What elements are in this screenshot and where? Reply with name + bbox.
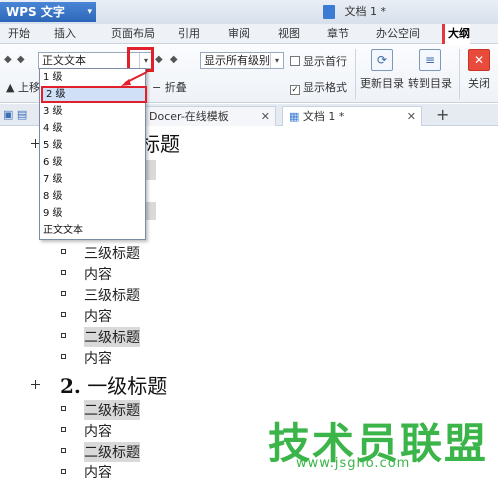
heading1-2[interactable]: 2. 一级标题 [60, 370, 167, 399]
goto-toc-button[interactable]: ≡ 转到目录 [406, 49, 454, 91]
doc-tab-label: Docer-在线模板 [149, 110, 229, 123]
doc-tab-docer[interactable]: Docer-在线模板 ✕ [140, 106, 276, 126]
outline-line[interactable]: 三级标题 [84, 285, 140, 305]
dropdown-item-level2[interactable]: 2 级 [41, 86, 147, 103]
show-first-line-checkbox[interactable]: 显示首行 [290, 53, 347, 69]
document-icon [323, 5, 335, 19]
promote-demote-arrows[interactable]: ◆ ◆ [4, 54, 26, 65]
promote-label: 上移 [17, 81, 40, 94]
dropdown-item-body-text[interactable]: 正文文本 [40, 223, 145, 239]
bullet-icon [61, 291, 66, 296]
bullet-icon [61, 469, 66, 474]
promote-button[interactable]: ▲ 上移 [6, 79, 40, 95]
outline-line[interactable]: 内容 [84, 421, 112, 441]
update-toc-button[interactable]: ⟳ 更新目录 [358, 49, 406, 91]
dropdown-item-level5[interactable]: 5 级 [40, 138, 145, 154]
doc-title-text: 文档 1 * [344, 5, 387, 18]
dropdown-item-level3[interactable]: 3 级 [40, 104, 145, 120]
show-levels-value: 显示所有级别 [204, 54, 270, 67]
checkmark-icon: ✓ [290, 85, 300, 95]
level-dropdown-list: 1 级 2 级 3 级 4 级 5 级 6 级 7 级 8 级 9 级 正文文本 [39, 68, 147, 240]
window-title: 文档 1 * [323, 3, 386, 21]
chevron-down-icon[interactable]: ▾ [270, 53, 283, 68]
chevron-down-icon: ▾ [87, 7, 92, 17]
outline-line[interactable]: 内容 [84, 264, 112, 284]
expand-plus-icon[interactable] [31, 380, 40, 389]
doc-tab-document1[interactable]: ▦ 文档 1 * ✕ [282, 106, 422, 126]
bullet-icon [61, 249, 66, 254]
show-format-checkbox[interactable]: ✓ 显示格式 [290, 79, 347, 95]
outline-line[interactable]: 二级标题 [84, 327, 140, 347]
show-first-line-label: 显示首行 [303, 55, 347, 68]
update-toc-icon: ⟳ [371, 49, 393, 71]
toolbar-divider [355, 49, 356, 99]
watermark-url: www.jsgho.com [296, 456, 411, 471]
title-bar: WPS 文字 ▾ 文档 1 * [0, 0, 498, 24]
close-label: 关闭 [468, 77, 490, 90]
tab-references[interactable]: 引用 [178, 24, 200, 44]
show-format-label: 显示格式 [303, 81, 347, 94]
bullet-icon [61, 427, 66, 432]
goto-toc-icon: ≡ [419, 49, 441, 71]
tab-insert[interactable]: 插入 [54, 24, 76, 44]
heading-number: 2. [60, 374, 81, 398]
outline-line[interactable]: 二级标题 [84, 442, 140, 462]
close-icon[interactable]: ✕ [261, 107, 270, 127]
new-tab-plus-icon[interactable]: + [436, 106, 449, 124]
move-arrows[interactable]: ◆ ◆ [155, 54, 180, 65]
toolbar-divider [459, 49, 460, 99]
show-levels-combo[interactable]: 显示所有级别 ▾ [200, 52, 284, 69]
level-combo-value: 正文文本 [42, 54, 86, 67]
tab-review[interactable]: 审阅 [228, 24, 250, 44]
callout-arrow-icon [121, 71, 148, 86]
goto-toc-label: 转到目录 [408, 77, 452, 90]
outline-line[interactable]: 内容 [84, 306, 112, 326]
checkbox-icon [290, 56, 300, 66]
tab-outline[interactable]: 大纲 [442, 24, 470, 44]
dropdown-item-level6[interactable]: 6 级 [40, 155, 145, 171]
tab-view[interactable]: 视图 [278, 24, 300, 44]
bullet-icon [61, 406, 66, 411]
fold-label: 折叠 [164, 81, 187, 94]
hidden-heading-fragment [146, 160, 156, 180]
heading-text: 一级标题 [87, 374, 168, 398]
outline-line[interactable]: 内容 [84, 462, 112, 478]
document-icon: ▦ [289, 110, 303, 123]
outline-line[interactable]: 二级标题 [84, 400, 140, 420]
doc-tab-label: 文档 1 * [302, 110, 345, 123]
bullet-icon [61, 354, 66, 359]
close-icon[interactable]: ✕ [407, 107, 416, 127]
outline-line[interactable]: 三级标题 [84, 243, 140, 263]
tab-section[interactable]: 章节 [327, 24, 349, 44]
outline-line[interactable]: 内容 [84, 348, 112, 368]
tab-home[interactable]: 开始 [8, 24, 30, 44]
dropdown-item-level7[interactable]: 7 级 [40, 172, 145, 188]
app-name: WPS 文字 [6, 5, 65, 19]
close-outline-button[interactable]: ✕ 关闭 [462, 49, 496, 91]
update-toc-label: 更新目录 [360, 77, 404, 90]
hidden-heading-fragment [146, 202, 156, 220]
dropdown-item-level9[interactable]: 9 级 [40, 206, 145, 222]
heading1-partial: 标题 [140, 132, 180, 156]
bullet-icon [61, 333, 66, 338]
folder-save-icons[interactable]: ▣ ▤ [3, 108, 27, 121]
bullet-icon [61, 270, 66, 275]
tab-page-layout[interactable]: 页面布局 [111, 24, 155, 44]
ribbon-tabs: 开始 插入 页面布局 引用 审阅 视图 章节 办公空间 大纲 [0, 24, 498, 44]
tab-office-space[interactable]: 办公空间 [376, 24, 420, 44]
dropdown-item-level8[interactable]: 8 级 [40, 189, 145, 205]
bullet-icon [61, 448, 66, 453]
dropdown-item-level4[interactable]: 4 级 [40, 121, 145, 137]
close-icon: ✕ [468, 49, 490, 71]
bullet-icon [61, 312, 66, 317]
app-menu-button[interactable]: WPS 文字 ▾ [0, 2, 96, 22]
